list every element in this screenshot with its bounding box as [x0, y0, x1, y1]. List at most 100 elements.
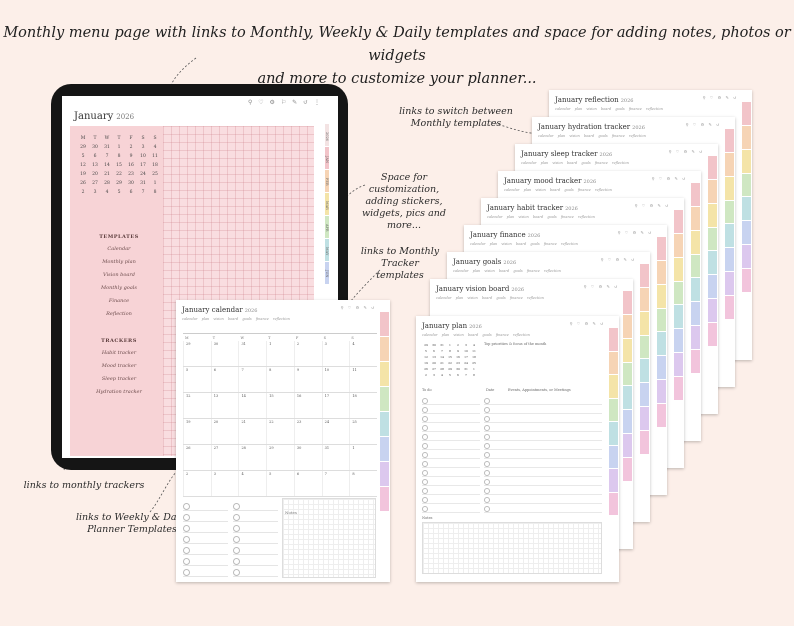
page-tab[interactable] — [742, 197, 751, 221]
checklist-item[interactable] — [183, 555, 228, 566]
mini-calendar-date[interactable]: 12 — [77, 163, 89, 168]
calendar-day-cell[interactable]: 25 — [349, 419, 377, 444]
page-tab[interactable] — [640, 264, 649, 287]
checklist-item[interactable] — [233, 544, 278, 555]
month-tab[interactable]: FEB — [325, 170, 329, 192]
toolbar-icons[interactable]: ⚲ ♡ ⚙ ⚐ ✎ ↺ ⋮ — [248, 99, 322, 106]
page-tab[interactable] — [742, 125, 751, 149]
page-tab[interactable] — [623, 386, 632, 410]
plan-page-toolbar[interactable]: ⚲ ♡ ⚙ ✎ ↺ — [570, 321, 605, 326]
checklist-item[interactable] — [233, 511, 278, 522]
page-tab[interactable] — [691, 206, 700, 230]
calendar-day-cell[interactable]: 5 — [266, 471, 294, 496]
event-line[interactable] — [484, 495, 602, 504]
calendar-day-cell[interactable]: 12 — [183, 393, 211, 418]
page-tab[interactable] — [725, 152, 734, 176]
todo-line[interactable] — [422, 468, 480, 477]
template-page-nav[interactable]: calendar plan vision board goals finance… — [504, 188, 612, 192]
template-page-toolbar[interactable]: ⚲ ♡ ⚙ ✎ ↺ — [669, 149, 704, 154]
plan-mini-date[interactable]: 20 — [430, 361, 438, 365]
month-tab[interactable]: MAY — [325, 239, 329, 261]
template-page-nav[interactable]: calendar plan vision board goals finance… — [453, 269, 561, 273]
mini-calendar-date[interactable]: 4 — [149, 145, 161, 150]
checklist-2[interactable] — [233, 500, 278, 577]
event-line[interactable] — [484, 414, 602, 423]
template-page-toolbar[interactable]: ⚲ ♡ ⚙ ✎ ↺ — [652, 176, 687, 181]
page-tab[interactable] — [657, 237, 666, 260]
plan-mini-date[interactable]: 27 — [430, 367, 438, 371]
tracker-link[interactable]: Hydration tracker — [79, 389, 159, 402]
event-line[interactable] — [484, 441, 602, 450]
page-tab[interactable] — [640, 431, 649, 454]
template-link[interactable]: Vision board — [79, 272, 159, 285]
plan-mini-date[interactable]: 8 — [470, 373, 478, 377]
month-tab[interactable]: 2026 — [325, 124, 329, 146]
calendar-day-cell[interactable]: 31 — [321, 445, 350, 470]
template-link[interactable]: Finance — [79, 298, 159, 311]
mini-calendar-date[interactable]: 3 — [89, 190, 101, 195]
calendar-day-cell[interactable]: 11 — [349, 367, 377, 392]
plan-mini-date[interactable]: 8 — [446, 349, 454, 353]
page-tab[interactable] — [380, 411, 389, 436]
mini-calendar-date[interactable]: 5 — [113, 190, 125, 195]
page-tab[interactable] — [725, 272, 734, 296]
plan-mini-date[interactable]: 24 — [462, 361, 470, 365]
plan-notes-box[interactable] — [422, 522, 602, 574]
plan-mini-date[interactable]: 4 — [470, 343, 478, 347]
calendar-day-cell[interactable]: 16 — [293, 393, 322, 418]
calendar-day-cell[interactable]: 26 — [183, 445, 211, 470]
page-tab[interactable] — [623, 434, 632, 458]
page-tab[interactable] — [623, 338, 632, 362]
calendar-day-cell[interactable]: 20 — [210, 419, 239, 444]
calendar-day-cell[interactable]: 5 — [183, 367, 211, 392]
page-tab[interactable] — [725, 224, 734, 248]
tracker-link[interactable]: Mood tracker — [79, 363, 159, 376]
mini-calendar-date[interactable]: 30 — [125, 181, 137, 186]
mini-calendar-date[interactable]: 2 — [125, 145, 137, 150]
page-tab[interactable] — [674, 281, 683, 305]
mini-calendar-date[interactable]: 31 — [101, 145, 113, 150]
page-tab[interactable] — [380, 436, 389, 461]
event-line[interactable] — [484, 450, 602, 459]
page-tab[interactable] — [380, 386, 389, 411]
plan-mini-date[interactable]: 28 — [438, 367, 446, 371]
plan-mini-date[interactable]: 23 — [454, 361, 462, 365]
page-tab[interactable] — [691, 230, 700, 254]
checklist-item[interactable] — [183, 544, 228, 555]
page-tab[interactable] — [380, 361, 389, 386]
page-tab[interactable] — [609, 375, 618, 398]
mini-calendar-date[interactable]: 2 — [77, 190, 89, 195]
template-link[interactable]: Calendar — [79, 246, 159, 259]
page-tab[interactable] — [609, 398, 618, 421]
template-page-toolbar[interactable]: ⚲ ♡ ⚙ ✎ ↺ — [618, 230, 653, 235]
calendar-day-cell[interactable]: 14 — [238, 393, 266, 418]
plan-mini-date[interactable]: 4 — [438, 373, 446, 377]
plan-mini-date[interactable]: 31 — [462, 367, 470, 371]
plan-mini-date[interactable]: 2 — [454, 343, 462, 347]
calendar-day-cell[interactable]: 9 — [293, 367, 322, 392]
calendar-day-cell[interactable]: 29 — [183, 341, 211, 366]
page-tab[interactable] — [725, 176, 734, 200]
page-tab[interactable] — [623, 291, 632, 314]
mini-calendar-date[interactable]: 20 — [89, 172, 101, 177]
month-tab[interactable]: JUN — [325, 262, 329, 284]
page-tab[interactable] — [640, 383, 649, 407]
page-tab[interactable] — [657, 356, 666, 380]
mini-calendar-date[interactable]: 11 — [149, 154, 161, 159]
calendar-day-cell[interactable]: 28 — [238, 445, 266, 470]
mini-calendar-date[interactable]: 31 — [137, 181, 149, 186]
plan-mini-date[interactable]: 19 — [422, 361, 430, 365]
template-page-toolbar[interactable]: ⚲ ♡ ⚙ ✎ ↺ — [703, 95, 738, 100]
todo-line[interactable] — [422, 504, 480, 513]
plan-page-nav[interactable]: calendar plan vision board goals finance… — [422, 333, 530, 337]
mini-calendar-date[interactable]: 5 — [77, 154, 89, 159]
plan-mini-date[interactable]: 14 — [438, 355, 446, 359]
calendar-grid[interactable]: M T W T F S S 29 30 31 1 2 3 4 5 6 7 8 9 10 11 12 13 14 15 16 17 18… — [183, 333, 377, 497]
template-page-toolbar[interactable]: ⚲ ♡ ⚙ ✎ ↺ — [686, 122, 721, 127]
plan-mini-date[interactable]: 5 — [422, 349, 430, 353]
checklist-item[interactable] — [233, 566, 278, 577]
todo-line[interactable] — [422, 450, 480, 459]
todo-line[interactable] — [422, 414, 480, 423]
page-tab[interactable] — [640, 359, 649, 383]
todo-line[interactable] — [422, 459, 480, 468]
